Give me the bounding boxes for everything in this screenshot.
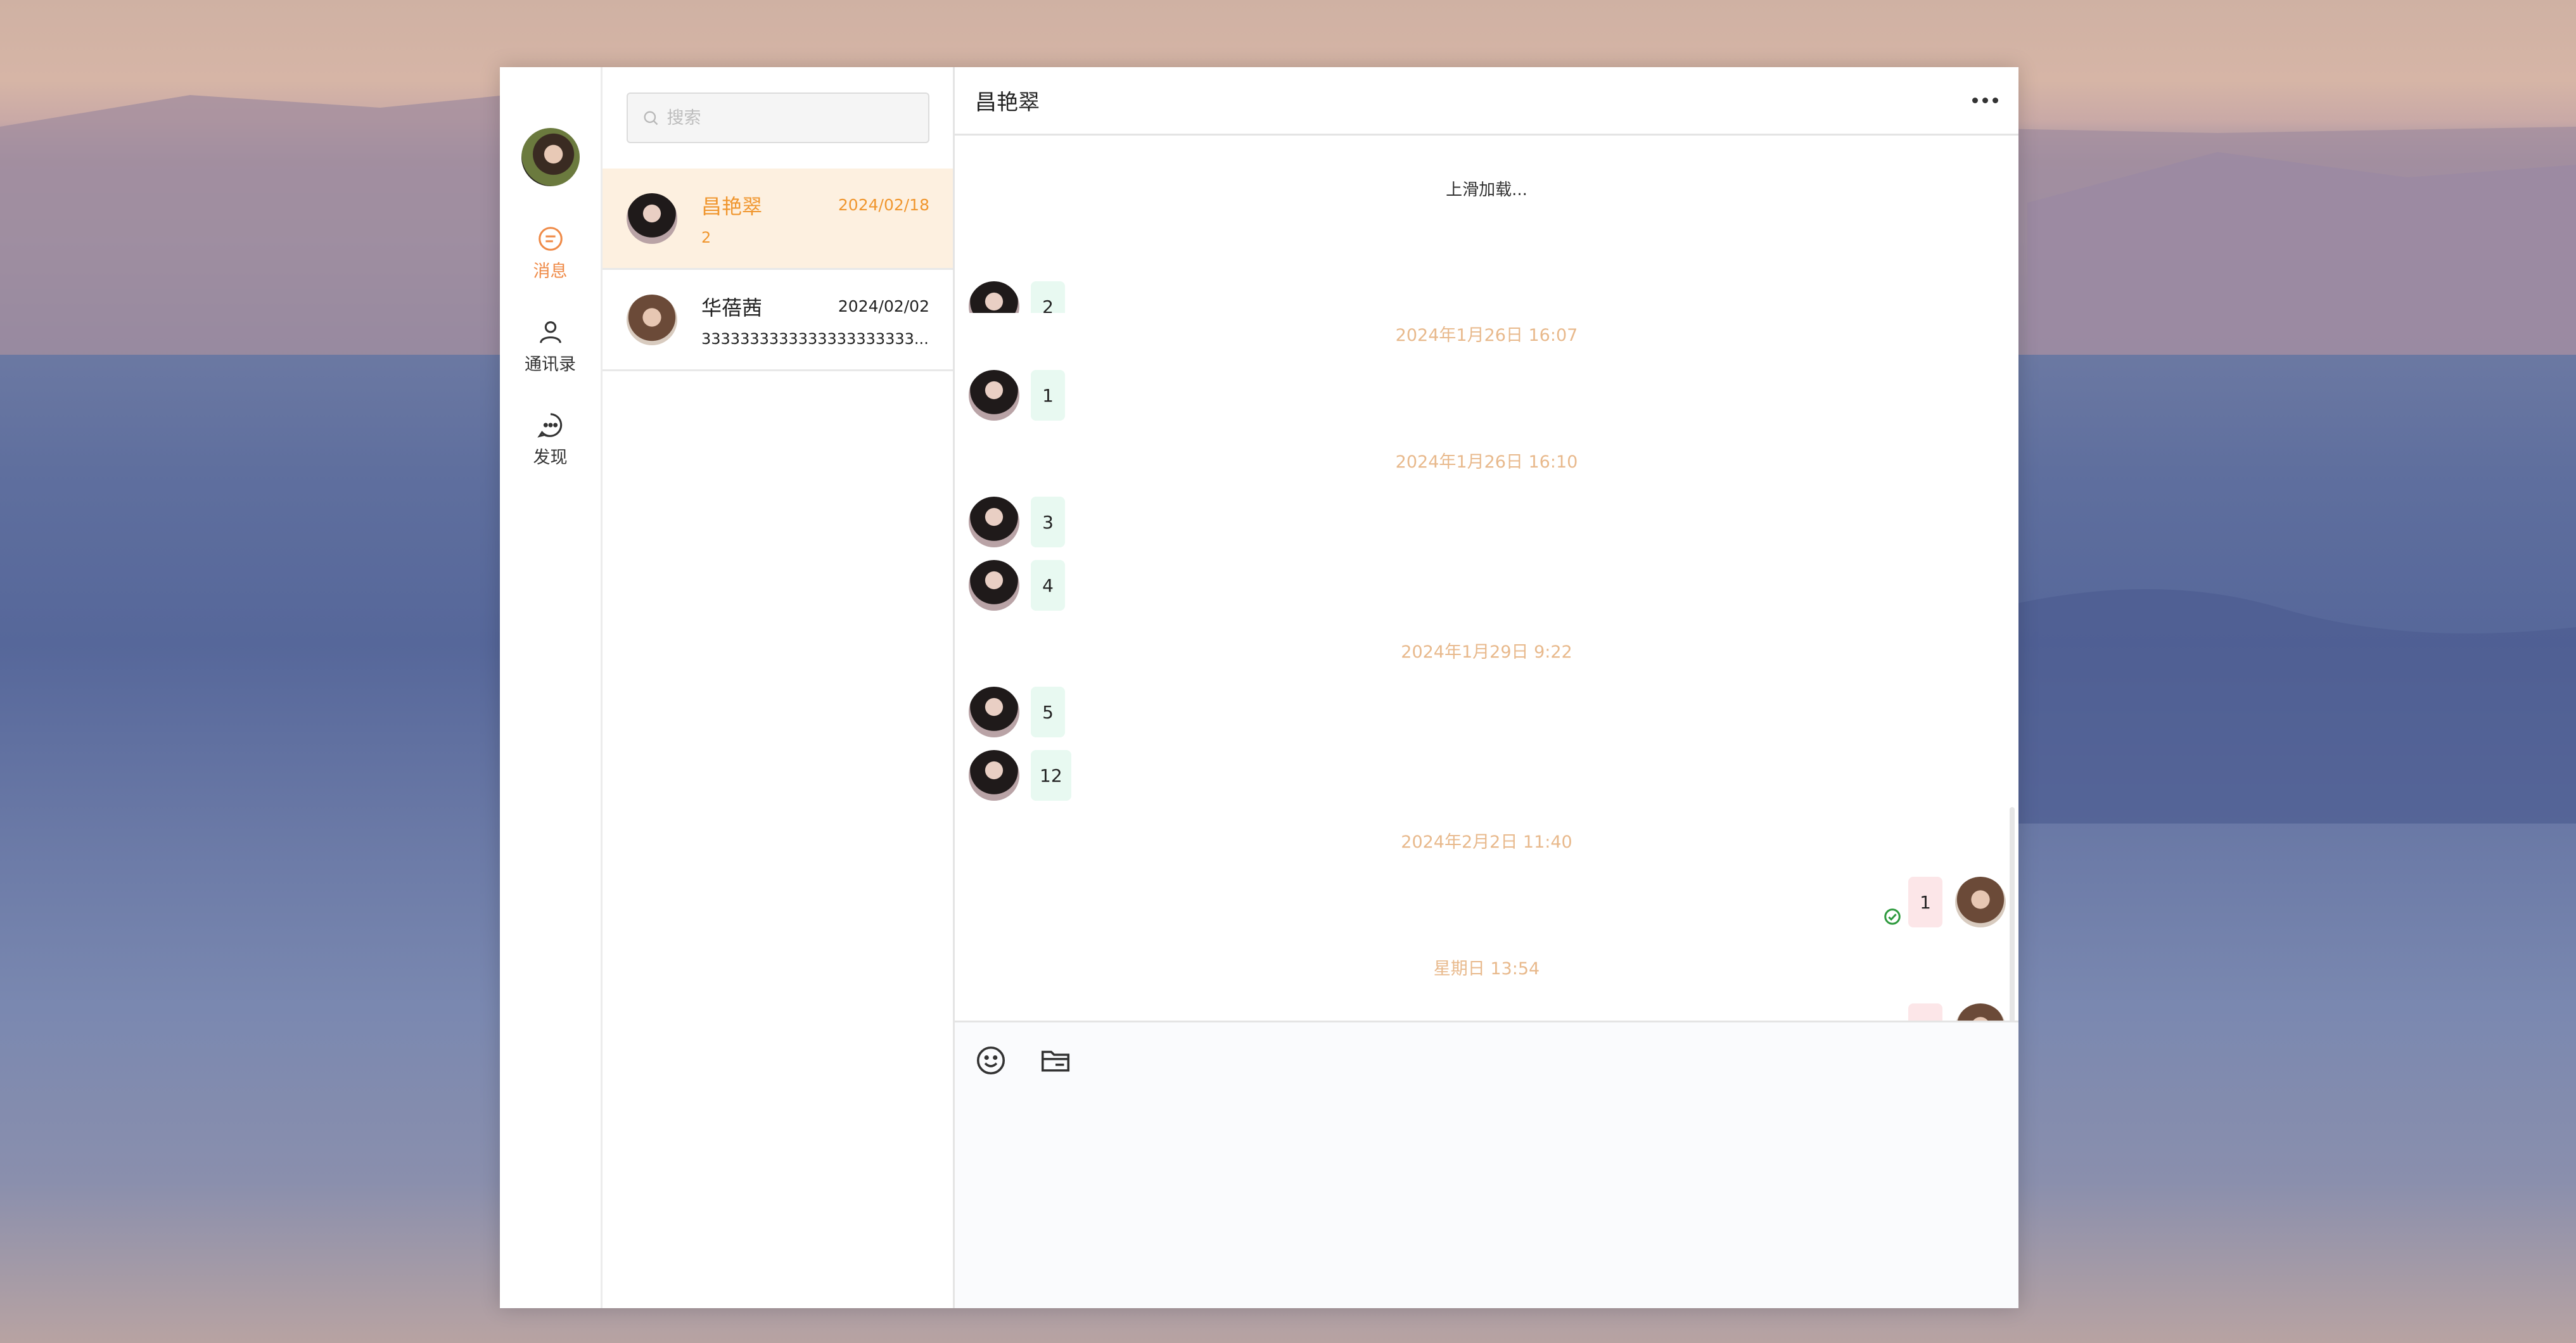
avatar	[969, 497, 1019, 547]
read-check-icon	[1884, 908, 1901, 925]
avatar	[969, 750, 1019, 801]
search-input[interactable]	[665, 107, 909, 129]
chat-app-window: 消息 通讯录 发现 搜索 昌艳翠 2024/02/18 2 华蓓茜 2024/0…	[500, 67, 2018, 1308]
scrollbar-thumb[interactable]	[2010, 807, 2015, 1021]
contacts-icon	[539, 321, 561, 343]
emoji-icon[interactable]	[974, 1043, 1008, 1078]
message-input[interactable]	[955, 1098, 2018, 1308]
conversation-header: 华蓓茜 2024/02/02	[701, 292, 929, 321]
avatar	[1955, 1003, 2006, 1021]
conversation-name: 华蓓茜	[701, 295, 763, 320]
message-item: 3	[969, 497, 1065, 547]
conversation-header: 昌艳翠 2024/02/18	[701, 191, 929, 220]
avatar	[969, 370, 1019, 421]
input-toolbar	[955, 1022, 2018, 1098]
conversation-body: 昌艳翠 2024/02/18 2	[701, 191, 929, 246]
nav-item-contacts[interactable]: 通讯录	[525, 317, 576, 375]
user-avatar[interactable]	[521, 128, 580, 186]
nav-item-discover[interactable]: 发现	[533, 411, 568, 468]
folder-icon[interactable]	[1038, 1043, 1073, 1078]
discover-icon	[537, 413, 562, 438]
avatar	[969, 687, 1019, 737]
timestamp: 2024年1月26日 16:07	[1395, 326, 1578, 345]
conversation-preview: 3333333333333333333333...	[701, 329, 929, 348]
conversation-preview: 2	[701, 228, 711, 246]
message-bubble: 3	[1031, 497, 1065, 547]
message-item: 2	[969, 281, 1065, 313]
message-bubble: 12	[1031, 750, 1071, 801]
timestamp: 星期日 13:54	[1433, 959, 1540, 979]
message-bubble: 1	[1908, 877, 1942, 927]
message-bubble: 1	[1031, 370, 1065, 421]
nav-item-label: 发现	[533, 448, 568, 468]
avatar	[627, 294, 677, 345]
message-bubble: 2	[1031, 281, 1065, 313]
nav-item-label: 消息	[533, 262, 568, 281]
search-box	[626, 92, 929, 143]
message-compose-area	[955, 1098, 2018, 1308]
search-bar	[603, 67, 953, 169]
conversation-item[interactable]: 昌艳翠 2024/02/18 2	[603, 169, 953, 270]
message-item: 1	[1883, 877, 2006, 927]
avatar	[1955, 877, 2006, 927]
conversation-list: 昌艳翠 2024/02/18 2 华蓓茜 2024/02/02 33333333…	[603, 67, 955, 1308]
search-icon	[643, 111, 658, 125]
message-icon	[538, 227, 563, 251]
message-item: 12	[969, 750, 1071, 801]
avatar	[969, 560, 1019, 611]
message-item: 2	[1885, 1003, 2006, 1021]
nav-item-messages[interactable]: 消息	[533, 224, 568, 282]
more-icon[interactable]	[1972, 98, 1998, 103]
conversation-item[interactable]: 华蓓茜 2024/02/02 3333333333333333333333...	[603, 270, 953, 371]
message-item: 5	[969, 687, 1065, 737]
timestamp: 2024年1月26日 16:10	[1395, 452, 1578, 472]
chat-header: 昌艳翠	[955, 67, 2018, 136]
conversation-date: 2024/02/18	[838, 196, 929, 214]
message-bubble: 5	[1031, 687, 1065, 737]
conversation-name: 昌艳翠	[701, 194, 763, 219]
message-item: 4	[969, 560, 1065, 611]
message-item: 1	[969, 370, 1065, 421]
message-bubble: 2	[1908, 1003, 1942, 1021]
conversation-body: 华蓓茜 2024/02/02 3333333333333333333333...	[701, 292, 929, 348]
chat-title: 昌艳翠	[975, 90, 1040, 115]
conversation-date: 2024/02/02	[838, 297, 929, 315]
nav-sidebar: 消息 通讯录 发现	[500, 67, 603, 1308]
timestamp: 2024年2月2日 11:40	[1401, 832, 1572, 852]
load-more-hint[interactable]: 上滑加载...	[955, 177, 2018, 200]
chat-panel: 昌艳翠 上滑加载... 2 2024年1月26日 16:07 1 2024年1月…	[955, 67, 2018, 1308]
timestamp: 2024年1月29日 9:22	[1401, 642, 1572, 662]
message-bubble: 4	[1031, 560, 1065, 611]
avatar	[627, 193, 677, 244]
message-list[interactable]: 上滑加载... 2 2024年1月26日 16:07 1 2024年1月26日 …	[955, 136, 2018, 1022]
nav-item-label: 通讯录	[525, 355, 576, 374]
avatar	[969, 281, 1019, 313]
